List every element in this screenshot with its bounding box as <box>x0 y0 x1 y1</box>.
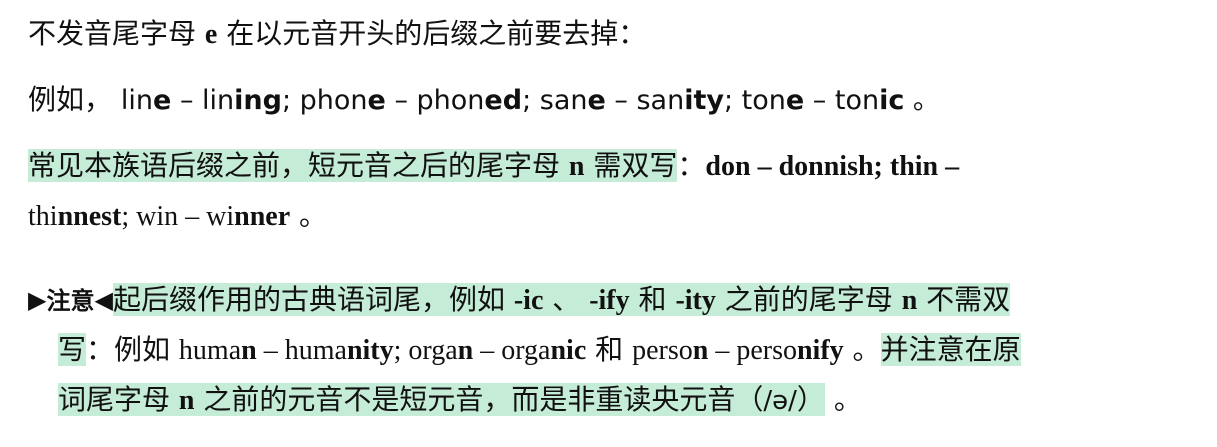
triangle-right-icon: ▶ <box>28 286 47 314</box>
note-line-2: 写：例如 human – humanity; organ – organic 和… <box>58 333 1021 366</box>
note-label: 注意 <box>46 287 95 315</box>
example-1-lead: 例如， <box>28 83 113 116</box>
rule-2-highlight: 常见本族语后缀之前，短元音之后的尾字母 n 需双写 <box>28 149 678 182</box>
rule-2-line-1: 常见本族语后缀之前，短元音之后的尾字母 n 需双写：don – donnish;… <box>28 146 959 187</box>
rule-1: 不发音尾字母 e 在以元音开头的后缀之前要去掉： <box>28 14 646 55</box>
rule-2-line-2: thinnest; win – winner 。 <box>28 199 328 232</box>
rule-2-word-bold: nnest <box>57 201 122 232</box>
rule-2-word: win <box>136 201 179 232</box>
note-highlight-3: 并注意在原 <box>880 333 1021 366</box>
rule-2-examples: don – donnish; thin – <box>705 151 960 182</box>
note-highlight-1: 起后缀作用的古典语词尾，例如 -ic 、 -ify 和 -ity 之前的尾字母 … <box>112 283 1011 316</box>
rule-2-word: thi <box>28 201 58 232</box>
note-highlight-4: 词尾字母 n 之前的元音不是短元音，而是非重读央元音（/ə/） <box>58 383 825 416</box>
example-item: sane – sanity; <box>539 85 742 116</box>
rule-1-text-before: 不发音尾字母 <box>28 17 205 50</box>
note-highlight-2: 写 <box>58 333 87 366</box>
example-1: 例如， line – lining; phone – phoned; sane … <box>28 80 940 121</box>
rule-1-letter: e <box>204 19 218 50</box>
document-page: 不发音尾字母 e 在以元音开头的后缀之前要去掉： 例如， line – lini… <box>0 0 1217 447</box>
example-item: tone – tonic 。 <box>741 85 940 116</box>
triangle-left-icon: ◀ <box>94 286 113 314</box>
example-1-items: line – lining; phone – phoned; sane – sa… <box>121 85 940 116</box>
note-line-1: ▶注意◀起后缀作用的古典语词尾，例如 -ic 、 -ify 和 -ity 之前的… <box>28 280 1011 321</box>
note-examples: human – humanity; organ – organic <box>178 335 587 366</box>
rule-2-colon: ： <box>677 149 706 182</box>
example-item: phone – phoned; <box>299 85 540 116</box>
example-item: line – lining; <box>120 85 300 116</box>
rule-1-text-after: 在以元音开头的后缀之前要去掉： <box>217 17 647 50</box>
note-line-3: 词尾字母 n 之前的元音不是短元音，而是非重读央元音（/ə/） 。 <box>58 383 862 416</box>
